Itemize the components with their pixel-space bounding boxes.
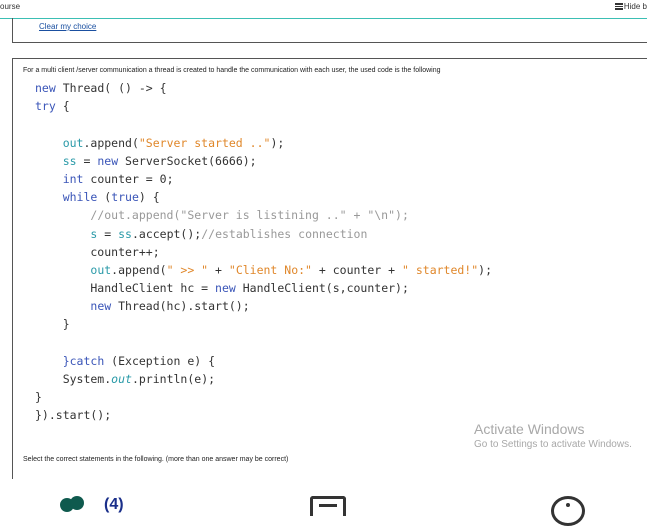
activate-windows-watermark: Activate Windows Go to Settings to activ… bbox=[474, 421, 632, 450]
code-token: + bbox=[208, 262, 229, 277]
code-line: new Thread(hc).start(); bbox=[35, 297, 492, 315]
code-line: HandleClient hc = new HandleClient(s,cou… bbox=[35, 279, 492, 297]
code-token: try bbox=[35, 99, 56, 114]
code-token: = bbox=[76, 153, 98, 168]
code-token: "Server started .." bbox=[138, 135, 271, 150]
code-token: counter++; bbox=[35, 244, 160, 259]
code-token: //out.append("Server is listining .." + … bbox=[90, 208, 409, 223]
previous-question-box: Clear my choice bbox=[12, 18, 647, 43]
code-token: ( bbox=[97, 190, 112, 205]
code-token: new bbox=[97, 153, 119, 168]
code-token: new bbox=[215, 281, 236, 296]
code-token: System. bbox=[35, 372, 112, 386]
code-token: (Exception e) { bbox=[104, 353, 216, 368]
code-line: try { bbox=[35, 97, 492, 115]
code-line: out.append("Server started .."); bbox=[35, 134, 492, 152]
code-token: HandleClient(s,counter); bbox=[235, 281, 409, 296]
document-icon[interactable] bbox=[310, 496, 346, 516]
hide-blocks-button[interactable]: Hide b bbox=[614, 2, 647, 11]
code-token: .append( bbox=[83, 135, 139, 150]
code-line: s = ss.accept();//establishes connection bbox=[35, 225, 492, 243]
code-token: out bbox=[90, 262, 112, 277]
code-token: //establishes connection bbox=[201, 226, 368, 241]
code-token: " >> " bbox=[166, 262, 209, 277]
code-token: + counter + bbox=[311, 262, 402, 277]
code-line: }catch (Exception e) { bbox=[35, 352, 492, 370]
watermark-subtitle: Go to Settings to activate Windows. bbox=[474, 439, 632, 450]
code-token: HandleClient hc = bbox=[35, 281, 216, 296]
code-token: .append( bbox=[111, 262, 167, 277]
code-line: out.append(" >> " + "Client No:" + count… bbox=[35, 261, 492, 279]
question-intro: For a multi client /server communication… bbox=[23, 67, 441, 74]
code-token: new bbox=[35, 81, 56, 95]
code-token: ss bbox=[118, 226, 132, 241]
code-token: } bbox=[35, 390, 42, 405]
code-token: " started!" bbox=[402, 262, 479, 277]
code-line: //out.append("Server is listining .." + … bbox=[35, 206, 492, 224]
code-line: } bbox=[35, 388, 492, 406]
code-token: Thread(hc).start(); bbox=[111, 299, 250, 314]
info-icon[interactable] bbox=[551, 496, 585, 526]
participants-badge: (4) bbox=[104, 496, 124, 513]
clear-choice-link[interactable]: Clear my choice bbox=[39, 22, 96, 31]
question-box: For a multi client /server communication… bbox=[12, 58, 647, 479]
code-token: true bbox=[111, 190, 139, 205]
code-token: counter = 0; bbox=[83, 171, 174, 186]
hide-label: Hide b bbox=[623, 2, 647, 11]
code-token: out bbox=[111, 372, 132, 386]
watermark-title: Activate Windows bbox=[474, 421, 585, 437]
code-line: ss = new ServerSocket(6666); bbox=[35, 152, 492, 170]
code-line: new Thread( () -> { bbox=[35, 79, 492, 97]
code-token: .println(e); bbox=[131, 372, 216, 386]
code-token: "Client No:" bbox=[228, 262, 312, 277]
code-token: Thread( () -> { bbox=[55, 81, 167, 95]
code-token: }).start(); bbox=[35, 408, 112, 423]
code-token: }catch bbox=[62, 353, 105, 368]
code-token: = bbox=[97, 226, 119, 241]
code-token: ServerSocket(6666); bbox=[118, 153, 257, 168]
code-token: .accept(); bbox=[131, 226, 202, 241]
code-token: } bbox=[35, 317, 70, 332]
code-token: out bbox=[62, 135, 84, 150]
code-token: ss bbox=[62, 153, 77, 168]
code-line: System.out.println(e); bbox=[35, 370, 492, 388]
select-instruction: Select the correct statements in the fol… bbox=[23, 456, 289, 463]
course-label: ourse bbox=[0, 2, 21, 11]
code-token: ) { bbox=[138, 190, 160, 205]
code-block: new Thread( () -> {try { out.append("Ser… bbox=[35, 79, 492, 425]
code-line: int counter = 0; bbox=[35, 170, 492, 188]
code-token: int bbox=[62, 171, 84, 186]
code-line: }).start(); bbox=[35, 406, 492, 424]
code-token: new bbox=[90, 299, 112, 314]
code-line: counter++; bbox=[35, 243, 492, 261]
code-token: ); bbox=[270, 135, 285, 150]
hide-icon bbox=[614, 3, 623, 10]
code-token: while bbox=[62, 190, 98, 205]
code-token: { bbox=[55, 99, 70, 114]
code-line: while (true) { bbox=[35, 188, 492, 206]
top-bar: ourse Hide b bbox=[0, 0, 647, 19]
code-token: ); bbox=[478, 262, 493, 277]
code-line: } bbox=[35, 315, 492, 333]
